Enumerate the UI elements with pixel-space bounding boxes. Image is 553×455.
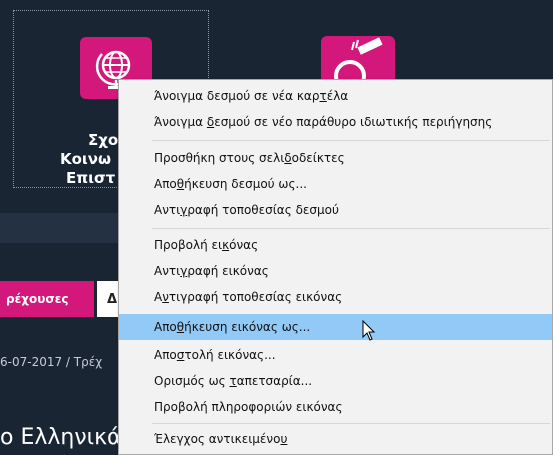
mouse-cursor-icon: [362, 319, 376, 346]
menu-item-inspect-element[interactable]: Έλεγχος αντικειμένου: [119, 426, 552, 452]
menu-item-set-as-wallpaper[interactable]: Ορισμός ως ταπετσαρία...: [119, 368, 552, 394]
menu-item-email-image[interactable]: Αποστολή εικόνας...: [119, 342, 552, 368]
menu-item-copy-image-location[interactable]: Αντιγραφή τοποθεσίας εικόνας: [119, 284, 552, 310]
article-title[interactable]: ο Ελληνικά: [0, 425, 122, 450]
menu-separator: [152, 228, 550, 229]
menu-item-bookmark-link[interactable]: Προσθήκη στους σελιδοδείκτες: [119, 145, 552, 171]
context-menu: Άνοιγμα δεσμού σε νέα καρτέλα Άνοιγμα δε…: [118, 79, 553, 455]
article-meta: 6-07-2017 / Τρέχ: [0, 355, 103, 369]
menu-item-view-image-info[interactable]: Προβολή πληροφοριών εικόνας: [119, 394, 552, 420]
menu-separator: [152, 140, 550, 141]
tile-title-line-2: Κοινω: [60, 150, 112, 168]
menu-item-open-link-private-window[interactable]: Άνοιγμα δεσμού σε νέο παράθυρο ιδιωτικής…: [119, 109, 552, 135]
menu-item-open-link-new-tab[interactable]: Άνοιγμα δεσμού σε νέα καρτέλα: [119, 83, 552, 109]
menu-item-save-image-as[interactable]: Αποθήκευση εικόνας ως...: [119, 314, 552, 340]
menu-separator: [152, 423, 550, 424]
category-band: [0, 213, 120, 243]
menu-item-copy-image[interactable]: Αντιγραφή εικόνας: [119, 258, 552, 284]
tab-current[interactable]: ρέχουσες: [0, 281, 94, 317]
menu-item-copy-link-location[interactable]: Αντιγραφή τοποθεσίας δεσμού: [119, 197, 552, 223]
menu-item-save-link-as[interactable]: Αποθήκευση δεσμού ως...: [119, 171, 552, 197]
menu-item-view-image[interactable]: Προβολή εικόνας: [119, 232, 552, 258]
tile-title-line-3: Επιστ: [66, 169, 116, 187]
tile-title-line-1: Σχο: [88, 131, 119, 149]
